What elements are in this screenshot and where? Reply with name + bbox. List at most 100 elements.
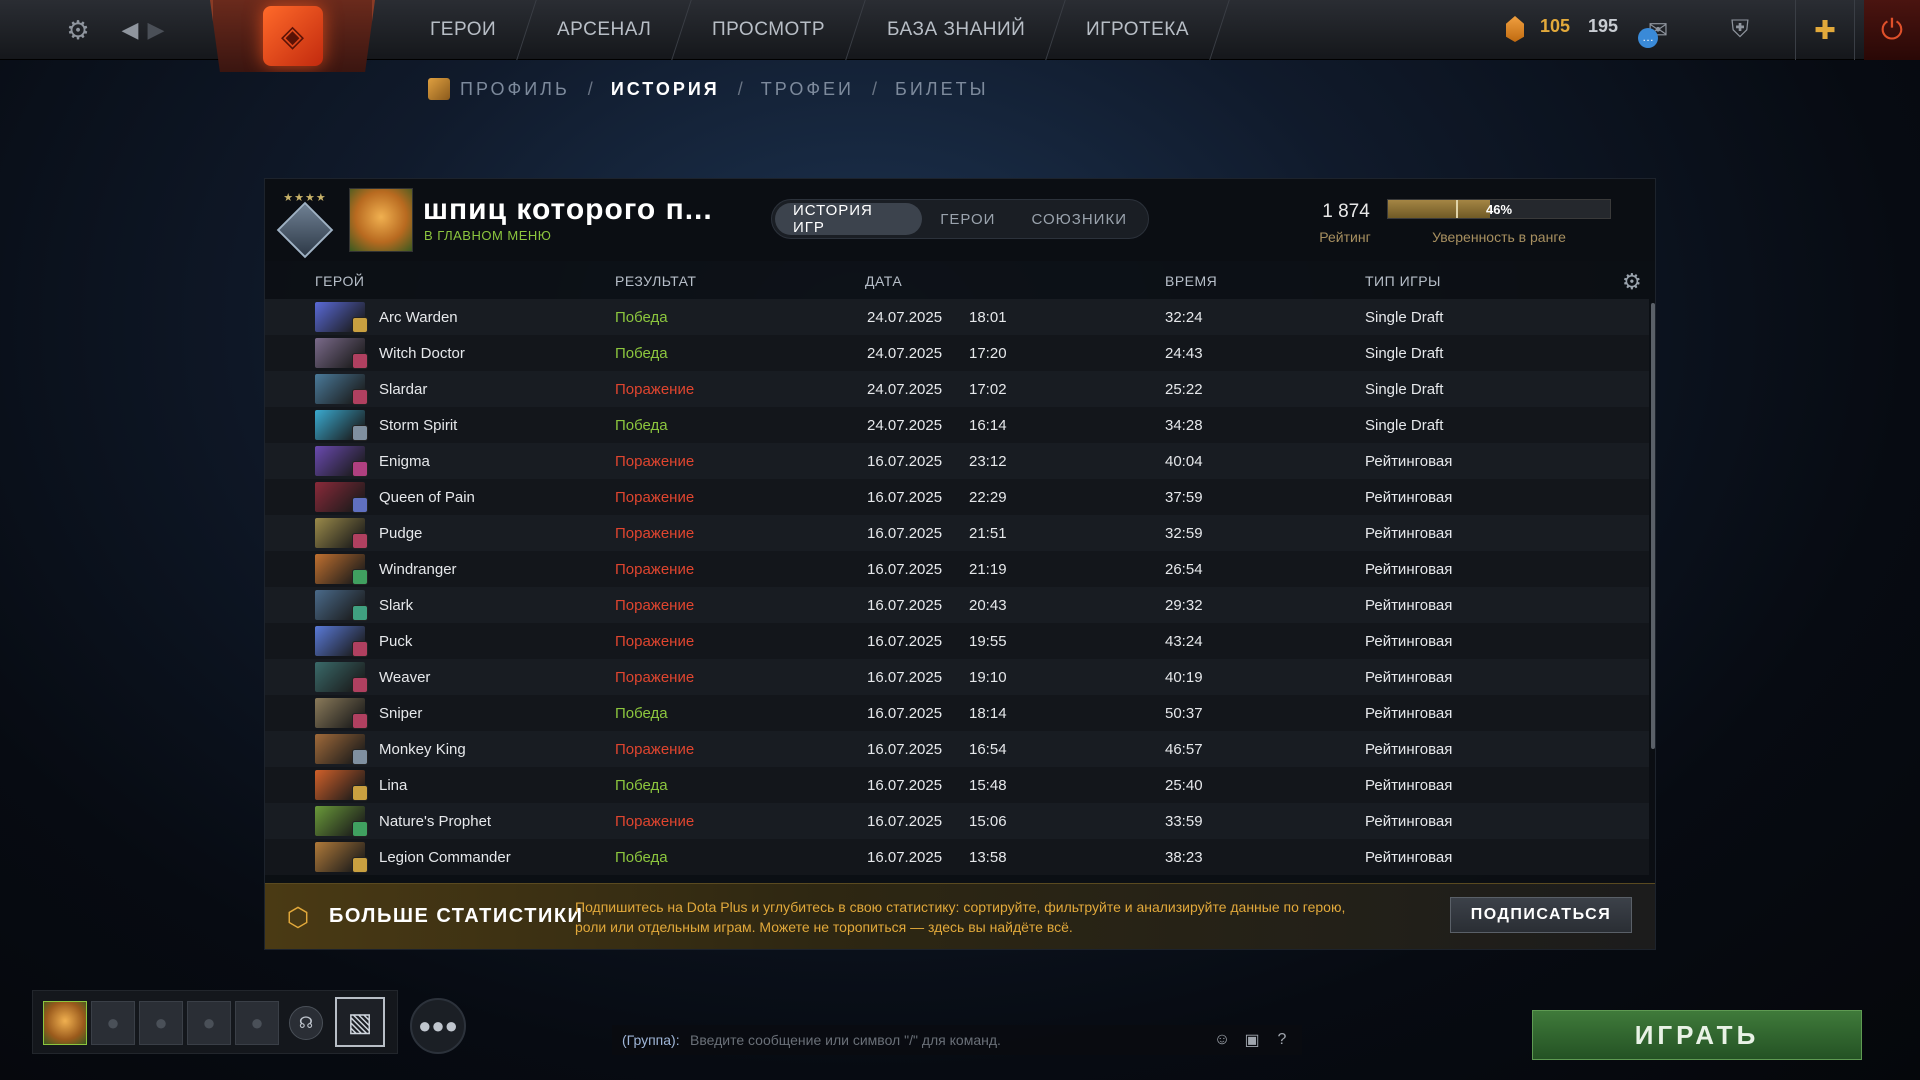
table-row[interactable]: Nature's Prophet Поражение 16.07.2025 15:06… — [265, 803, 1649, 839]
subscribe-button[interactable]: ПОДПИСАТЬСЯ — [1450, 897, 1632, 933]
role-badge-icon — [352, 317, 368, 333]
rank-medal-icon[interactable]: ★★★★ — [275, 187, 335, 258]
rank-confidence-label: Уверенность в ранге — [1432, 229, 1566, 245]
match-date: 24.07.2025 — [867, 381, 943, 398]
column-date[interactable]: ДАТА — [865, 273, 902, 289]
headset-icon[interactable]: ☊ — [289, 1006, 323, 1040]
match-result: Поражение — [615, 669, 695, 686]
role-badge-icon — [352, 461, 368, 477]
column-game-mode[interactable]: ТИП ИГРЫ — [1365, 273, 1441, 289]
rank-confidence-bar: 46% — [1387, 199, 1611, 219]
user-icon: ● — [154, 1010, 168, 1035]
table-row[interactable]: Storm Spirit Победа 24.07.2025 16:14 34:28 Si… — [265, 407, 1649, 443]
table-row[interactable]: Lina Победа 16.07.2025 15:48 25:40 Рейтингова… — [265, 767, 1649, 803]
chat-channel-label: (Группа): — [622, 1032, 680, 1048]
tab-profile[interactable]: ПРОФИЛЬ — [460, 79, 570, 100]
match-result: Поражение — [615, 381, 695, 398]
table-row[interactable]: Legion Commander Победа 16.07.2025 13:58 38:… — [265, 839, 1649, 875]
match-time: 18:14 — [969, 705, 1007, 722]
match-time: 21:51 — [969, 525, 1007, 542]
user-icon: ● — [202, 1010, 216, 1035]
coach-icon[interactable]: ▧ — [335, 997, 385, 1047]
match-list: Arc Warden Победа 24.07.2025 18:01 32:24 Sing… — [265, 299, 1649, 883]
party-slot-empty[interactable]: ● — [139, 1001, 183, 1045]
match-duration: 33:59 — [1165, 813, 1203, 830]
tab-history[interactable]: ИСТОРИЯ — [611, 79, 720, 100]
hero-name: Queen of Pain — [379, 489, 475, 506]
table-row[interactable]: Sniper Победа 16.07.2025 18:14 50:37 Рейтинго… — [265, 695, 1649, 731]
armory-icon[interactable]: ⛨ — [1722, 12, 1758, 48]
tab-heroes[interactable]: ГЕРОИ — [922, 203, 1013, 235]
tab-trophies[interactable]: ТРОФЕИ — [761, 79, 854, 100]
role-badge-icon — [352, 677, 368, 693]
shard-icon — [1506, 16, 1524, 42]
gear-icon[interactable]: ⚙ — [1622, 269, 1642, 295]
column-duration[interactable]: ВРЕМЯ — [1165, 273, 1217, 289]
play-button[interactable]: ИГРАТЬ — [1532, 1010, 1862, 1060]
role-badge-icon — [352, 569, 368, 585]
hero-name: Arc Warden — [379, 309, 458, 326]
game-mode: Рейтинговая — [1365, 849, 1453, 866]
column-result[interactable]: РЕЗУЛЬТАТ — [615, 273, 696, 289]
match-result: Победа — [615, 849, 668, 866]
tab-allies[interactable]: СОЮЗНИКИ — [1013, 203, 1145, 235]
tab-match-history[interactable]: ИСТОРИЯ ИГР — [775, 202, 923, 236]
party-slot-self[interactable] — [43, 1001, 87, 1045]
table-row[interactable]: Slardar Поражение 24.07.2025 17:02 25:22 Sing… — [265, 371, 1649, 407]
emoji-icon[interactable]: ☺ — [1210, 1029, 1234, 1051]
hero-name: Slark — [379, 597, 414, 614]
table-row[interactable]: Windranger Поражение 16.07.2025 21:19 26:54 Р… — [265, 551, 1649, 587]
match-date: 16.07.2025 — [867, 489, 943, 506]
role-badge-icon — [352, 533, 368, 549]
match-result: Победа — [615, 777, 668, 794]
party-slot-empty[interactable]: ● — [187, 1001, 231, 1045]
player-avatar[interactable] — [349, 188, 413, 252]
help-icon[interactable]: ? — [1270, 1029, 1294, 1051]
table-row[interactable]: Weaver Поражение 16.07.2025 19:10 40:19 Рейти… — [265, 659, 1649, 695]
table-row[interactable]: Queen of Pain Поражение 16.07.2025 22:29 37:… — [265, 479, 1649, 515]
match-history-panel: ★★★★ шпиц которого п... В ГЛАВНОМ МЕНЮ И… — [264, 178, 1656, 950]
game-mode: Single Draft — [1365, 381, 1444, 398]
match-result: Поражение — [615, 525, 695, 542]
scrollbar[interactable] — [1651, 303, 1655, 749]
group-icon[interactable]: ●●● — [410, 998, 466, 1054]
table-row[interactable]: Enigma Поражение 16.07.2025 23:12 40:04 Рейти… — [265, 443, 1649, 479]
hero-name: Puck — [379, 633, 413, 650]
table-row[interactable]: Monkey King Поражение 16.07.2025 16:54 46:57… — [265, 731, 1649, 767]
nav-watch[interactable]: ПРОСМОТР — [672, 0, 867, 60]
chat-input[interactable] — [690, 1028, 1190, 1052]
match-time: 23:12 — [969, 453, 1007, 470]
chat-wheel-icon[interactable]: ▣ — [1240, 1029, 1264, 1051]
nav-armory[interactable]: АРСЕНАЛ — [517, 0, 693, 60]
table-row[interactable]: Slark Поражение 16.07.2025 20:43 29:32 Рейтин… — [265, 587, 1649, 623]
arrow-right-icon[interactable]: ▶ — [138, 12, 174, 48]
role-badge-icon — [352, 785, 368, 801]
table-row[interactable]: Witch Doctor Победа 24.07.2025 17:20 24:43 Si… — [265, 335, 1649, 371]
match-date: 24.07.2025 — [867, 417, 943, 434]
match-date: 24.07.2025 — [867, 309, 943, 326]
match-duration: 37:59 — [1165, 489, 1203, 506]
game-mode: Рейтинговая — [1365, 561, 1453, 578]
match-duration: 32:24 — [1165, 309, 1203, 326]
power-icon[interactable]: ⏻ — [1864, 0, 1920, 60]
hero-name: Lina — [379, 777, 408, 794]
dota-plus-icon[interactable]: ✚ — [1795, 0, 1855, 60]
chat-notification-icon[interactable]: … — [1638, 28, 1658, 48]
tab-tickets[interactable]: БИЛЕТЫ — [895, 79, 989, 100]
table-row[interactable]: Arc Warden Победа 24.07.2025 18:01 32:24 Sing… — [265, 299, 1649, 335]
dota-logo-button[interactable]: ◈ — [210, 0, 375, 72]
match-duration: 38:23 — [1165, 849, 1203, 866]
party-slot-empty[interactable]: ● — [235, 1001, 279, 1045]
nav-arcade[interactable]: ИГРОТЕКА — [1046, 0, 1230, 60]
table-row[interactable]: Puck Поражение 16.07.2025 19:55 43:24 Рейтинг… — [265, 623, 1649, 659]
column-hero[interactable]: ГЕРОЙ — [315, 273, 364, 289]
match-time: 17:20 — [969, 345, 1007, 362]
gear-icon[interactable]: ⚙ — [60, 12, 96, 48]
nav-heroes[interactable]: ГЕРОИ — [390, 0, 537, 60]
match-duration: 32:59 — [1165, 525, 1203, 542]
game-mode: Рейтинговая — [1365, 669, 1453, 686]
party-slot-empty[interactable]: ● — [91, 1001, 135, 1045]
match-result: Поражение — [615, 813, 695, 830]
nav-learn[interactable]: БАЗА ЗНАНИЙ — [846, 0, 1066, 60]
table-row[interactable]: Pudge Поражение 16.07.2025 21:51 32:59 Рейтин… — [265, 515, 1649, 551]
